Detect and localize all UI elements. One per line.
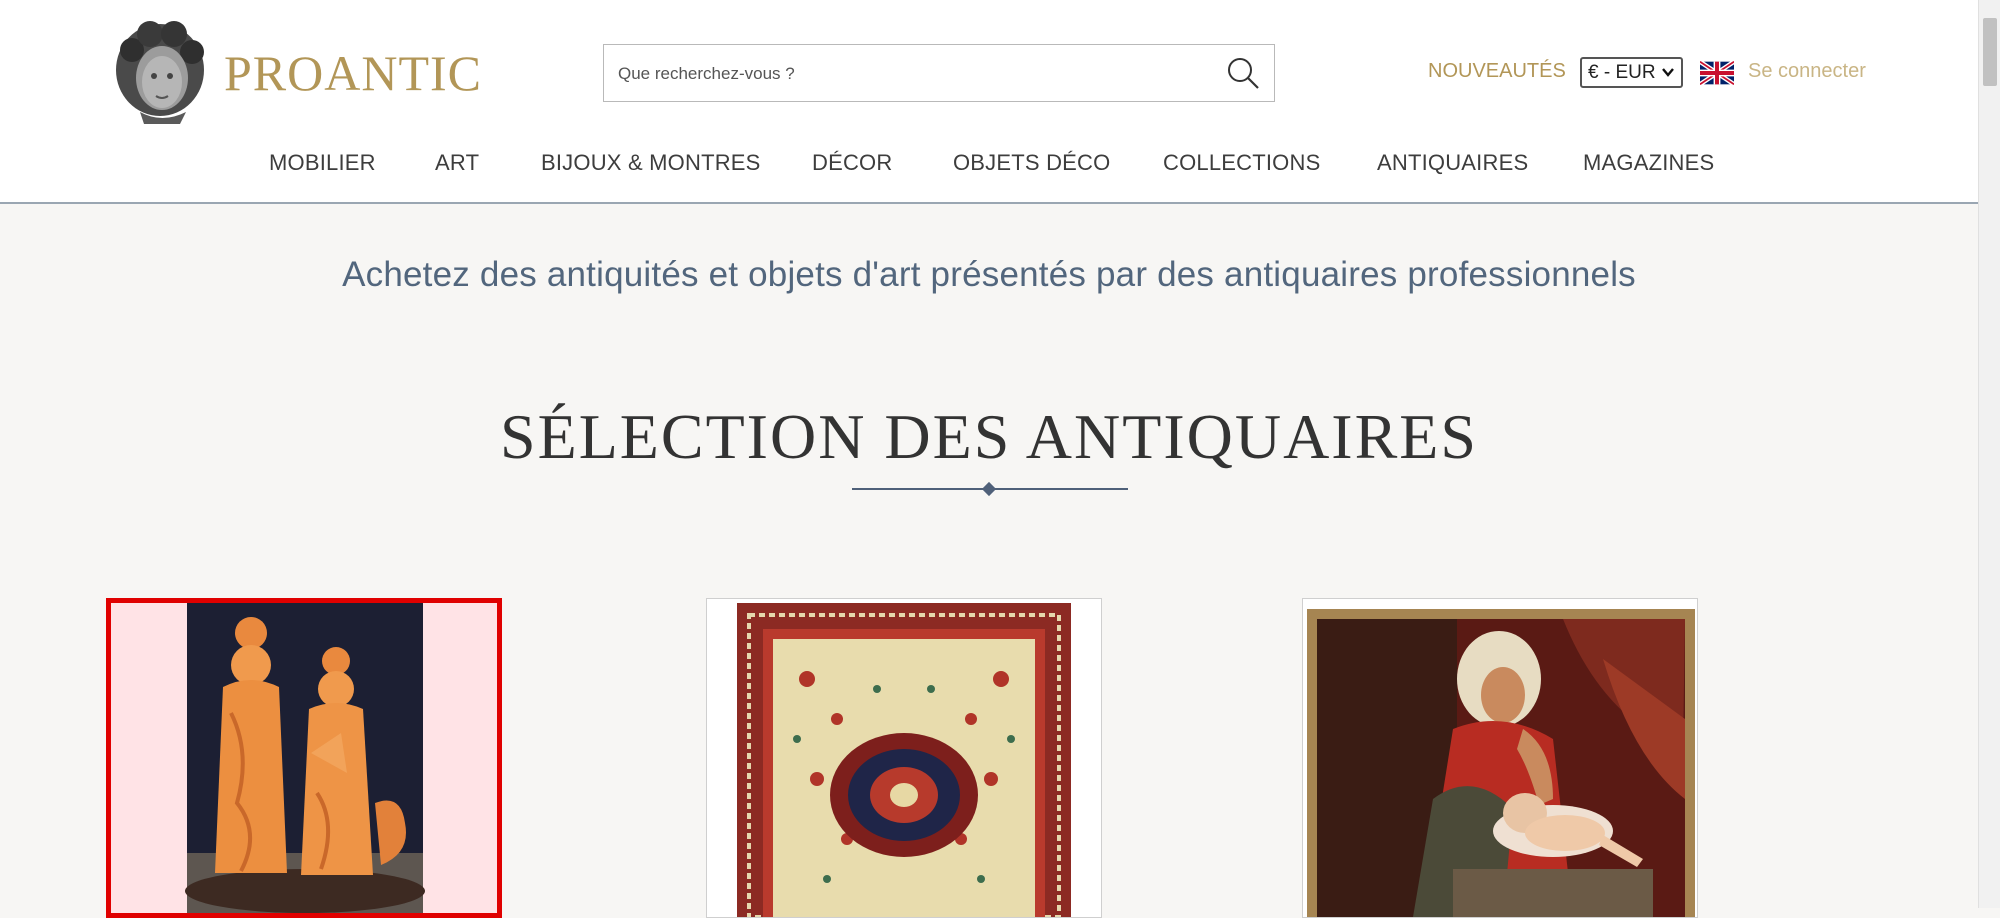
nav-item-collections[interactable]: COLLECTIONS: [1163, 150, 1320, 176]
chevron-down-icon: [1662, 68, 1674, 77]
nav-item-mobilier[interactable]: MOBILIER: [269, 150, 376, 176]
uk-flag-icon[interactable]: [1698, 59, 1736, 87]
nav-item-art[interactable]: ART: [435, 150, 479, 176]
nav-item-antiquaires[interactable]: ANTIQUAIRES: [1377, 150, 1528, 176]
divider-diamond-icon: [981, 481, 997, 497]
coral-figurines-image: [111, 603, 497, 913]
login-link[interactable]: Se connecter: [1748, 60, 1866, 83]
search-input[interactable]: [616, 45, 1200, 103]
product-card-persian-rug[interactable]: [706, 598, 1102, 918]
brand-logo-text[interactable]: PROANTIC: [224, 44, 482, 102]
main-nav: MOBILIER ART BIJOUX & MONTRES DÉCOR OBJE…: [0, 150, 1978, 180]
nav-item-bijoux-montres[interactable]: BIJOUX & MONTRES: [541, 150, 761, 176]
product-card-painting[interactable]: [1302, 598, 1698, 918]
page-tagline: Achetez des antiquités et objets d'art p…: [342, 255, 1636, 294]
site-header: PROANTIC NOUVEAUTÉS € - EUR Se connecter…: [0, 0, 1978, 204]
nouveautes-link[interactable]: NOUVEAUTÉS: [1428, 60, 1566, 83]
search-box: [603, 44, 1275, 103]
scrollbar-thumb[interactable]: [1983, 18, 1997, 86]
product-card-coral-figurines[interactable]: [106, 598, 502, 918]
nav-item-objets-deco[interactable]: OBJETS DÉCO: [953, 150, 1110, 176]
persian-rug-image: [707, 599, 1101, 917]
currency-select[interactable]: € - EUR: [1580, 57, 1683, 88]
mother-child-painting-image: [1303, 599, 1697, 917]
logo-bust-icon[interactable]: [110, 20, 210, 124]
section-title: SÉLECTION DES ANTIQUAIRES: [500, 401, 1478, 472]
search-button[interactable]: [1218, 49, 1268, 97]
currency-value: € - EUR: [1588, 61, 1656, 83]
nav-item-magazines[interactable]: MAGAZINES: [1583, 150, 1714, 176]
search-icon: [1228, 58, 1259, 89]
nav-item-decor[interactable]: DÉCOR: [812, 150, 892, 176]
page-scrollbar[interactable]: [1978, 0, 2000, 908]
